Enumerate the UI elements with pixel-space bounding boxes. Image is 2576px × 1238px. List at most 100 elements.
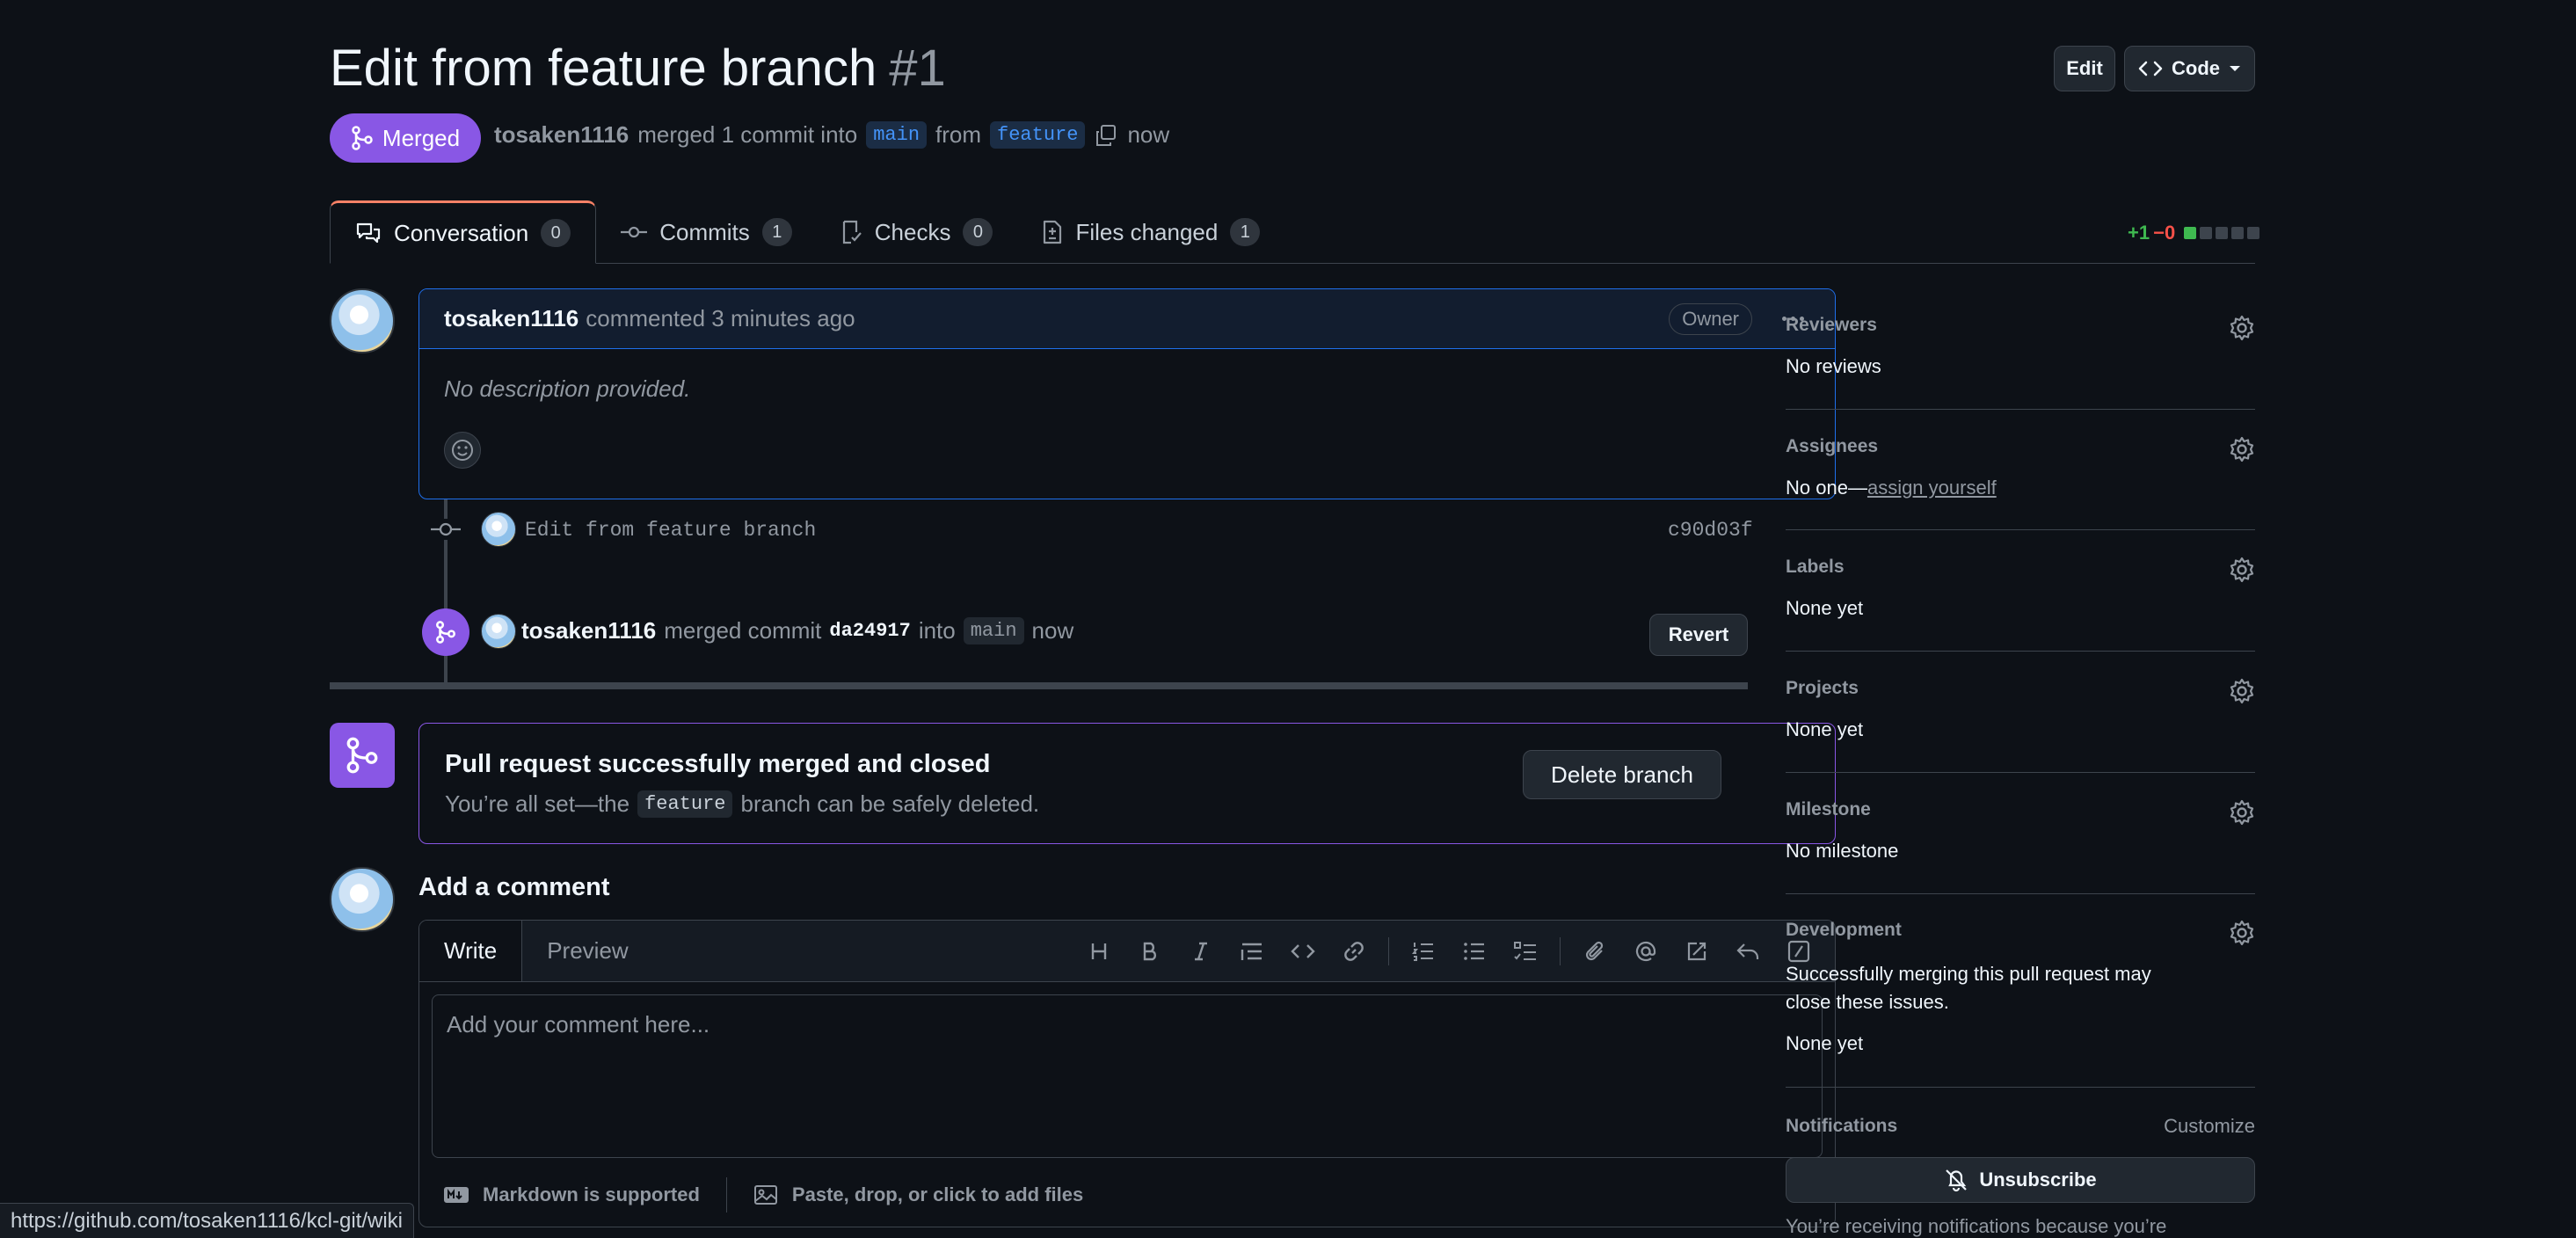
merge-branch[interactable]: main xyxy=(963,617,1024,644)
projects-heading[interactable]: Projects xyxy=(1786,678,2255,699)
preview-tab[interactable]: Preview xyxy=(522,921,652,981)
avatar[interactable] xyxy=(330,288,395,353)
toolbar-divider xyxy=(1388,936,1389,965)
code-icon[interactable] xyxy=(1277,921,1328,982)
owner-badge: Owner xyxy=(1669,302,1752,335)
gear-icon[interactable] xyxy=(2229,436,2255,462)
write-tab[interactable]: Write xyxy=(419,921,523,981)
avatar[interactable] xyxy=(330,867,395,932)
labels-heading[interactable]: Labels xyxy=(1786,557,2255,578)
tab-files-changed[interactable]: Files changed 1 xyxy=(1017,200,1284,264)
tab-counter: 1 xyxy=(761,218,792,246)
sidebar-projects: Projects None yet xyxy=(1786,678,2255,773)
gear-icon[interactable] xyxy=(2229,678,2255,704)
gear-icon[interactable] xyxy=(2229,920,2255,946)
customize-link[interactable]: Customize xyxy=(2164,1115,2255,1138)
sidebar-notifications: Notifications Customize Unsubscribe You’… xyxy=(1786,1115,2255,1238)
ordered-list-icon[interactable] xyxy=(1398,921,1449,982)
gear-icon[interactable] xyxy=(2229,799,2255,826)
merged-state-label: Merged xyxy=(382,124,461,151)
footer-divider xyxy=(725,1177,727,1213)
unordered-list-icon[interactable] xyxy=(1449,921,1500,982)
attach-note[interactable]: Paste, drop, or click to add files xyxy=(792,1183,1083,1206)
caret-down-icon xyxy=(2229,64,2241,73)
development-heading[interactable]: Development xyxy=(1786,920,2255,941)
merge-status-branch[interactable]: feature xyxy=(637,790,733,818)
comment-textarea[interactable]: Add your comment here... xyxy=(432,994,1823,1158)
smiley-icon[interactable] xyxy=(444,432,481,469)
assign-yourself-link[interactable]: assign yourself xyxy=(1867,477,1997,499)
pr-time: now xyxy=(1127,121,1170,148)
sidebar-assignees: Assignees No one—assign yourself xyxy=(1786,436,2255,530)
projects-value: None yet xyxy=(1786,718,1864,740)
mention-icon[interactable] xyxy=(1620,921,1671,982)
sidebar-milestone: Milestone No milestone xyxy=(1786,799,2255,894)
base-branch[interactable]: main xyxy=(866,121,928,149)
paperclip-icon[interactable] xyxy=(1569,921,1620,982)
merge-status-title: Pull request successfully merged and clo… xyxy=(445,750,991,778)
notifications-note: You’re receiving notifications because y… xyxy=(1786,1215,2167,1237)
tab-commits[interactable]: Commits 1 xyxy=(596,200,817,264)
tasklist-icon[interactable] xyxy=(1500,921,1551,982)
markdown-note[interactable]: Markdown is supported xyxy=(483,1183,700,1206)
heading-icon[interactable] xyxy=(1073,921,1124,982)
merge-commit-sha[interactable]: da24917 xyxy=(829,620,910,642)
comment-meta[interactable]: commented 3 minutes ago xyxy=(586,305,855,332)
quote-icon[interactable] xyxy=(1226,921,1277,982)
diffstat-block xyxy=(2247,227,2260,239)
from-text: from xyxy=(935,121,982,148)
pr-subtitle: tosaken1116 merged 1 commit into main fr… xyxy=(494,121,1169,149)
gear-icon[interactable] xyxy=(2229,315,2255,341)
copy-icon[interactable] xyxy=(1094,123,1118,148)
diffstat-block xyxy=(2231,227,2245,239)
git-merge-icon xyxy=(422,608,469,656)
tab-conversation[interactable]: Conversation 0 xyxy=(330,200,597,264)
labels-value: None yet xyxy=(1786,597,1864,619)
comment-discussion-icon xyxy=(355,222,382,244)
edit-button[interactable]: Edit xyxy=(2054,46,2115,91)
tab-label: Commits xyxy=(659,218,750,245)
reviewers-heading[interactable]: Reviewers xyxy=(1786,315,2255,336)
diffstat[interactable]: +1 −0 xyxy=(2128,222,2260,244)
tab-label: Files changed xyxy=(1075,218,1219,245)
pr-summary: merged 1 commit into xyxy=(637,121,858,148)
link-icon[interactable] xyxy=(1328,921,1379,982)
reply-icon[interactable] xyxy=(1722,921,1773,982)
milestone-heading[interactable]: Milestone xyxy=(1786,799,2255,820)
delete-branch-button[interactable]: Delete branch xyxy=(1523,750,1721,799)
bold-icon[interactable] xyxy=(1124,921,1175,982)
checklist-icon xyxy=(841,220,862,244)
merge-into: into xyxy=(918,617,956,644)
avatar[interactable] xyxy=(481,614,516,649)
toolbar-divider xyxy=(1560,936,1561,965)
merge-author[interactable]: tosaken1116 xyxy=(521,617,656,644)
sidebar-reviewers: Reviewers No reviews xyxy=(1786,315,2255,410)
code-icon xyxy=(2138,60,2163,77)
comment-author[interactable]: tosaken1116 xyxy=(444,305,579,332)
revert-button[interactable]: Revert xyxy=(1649,614,1748,656)
editor-toolbar: Write Preview xyxy=(419,921,1835,982)
italic-icon[interactable] xyxy=(1175,921,1226,982)
pr-title: Edit from feature branch #1 xyxy=(330,39,946,98)
merged-state-badge: Merged xyxy=(330,113,481,163)
commit-sha[interactable]: c90d03f xyxy=(1668,519,1753,542)
unsubscribe-button[interactable]: Unsubscribe xyxy=(1786,1157,2255,1203)
cross-reference-icon[interactable] xyxy=(1671,921,1722,982)
pr-number: #1 xyxy=(889,40,946,97)
merge-time[interactable]: now xyxy=(1032,617,1074,644)
sidebar-labels: Labels None yet xyxy=(1786,557,2255,652)
code-button[interactable]: Code xyxy=(2124,46,2255,91)
diffstat-block xyxy=(2216,227,2229,239)
bell-slash-icon xyxy=(1944,1168,1968,1192)
tab-checks[interactable]: Checks 0 xyxy=(817,200,1018,264)
markdown-icon xyxy=(444,1186,469,1204)
tab-label: Checks xyxy=(874,218,951,245)
head-branch[interactable]: feature xyxy=(990,121,1086,149)
pr-author-link[interactable]: tosaken1116 xyxy=(494,121,629,149)
git-merge-icon xyxy=(330,723,395,788)
sidebar-development: Development Successfully merging this pu… xyxy=(1786,920,2255,1088)
avatar[interactable] xyxy=(481,512,516,547)
gear-icon[interactable] xyxy=(2229,557,2255,583)
commit-message[interactable]: Edit from feature branch xyxy=(525,519,816,542)
assignees-heading[interactable]: Assignees xyxy=(1786,436,2255,457)
